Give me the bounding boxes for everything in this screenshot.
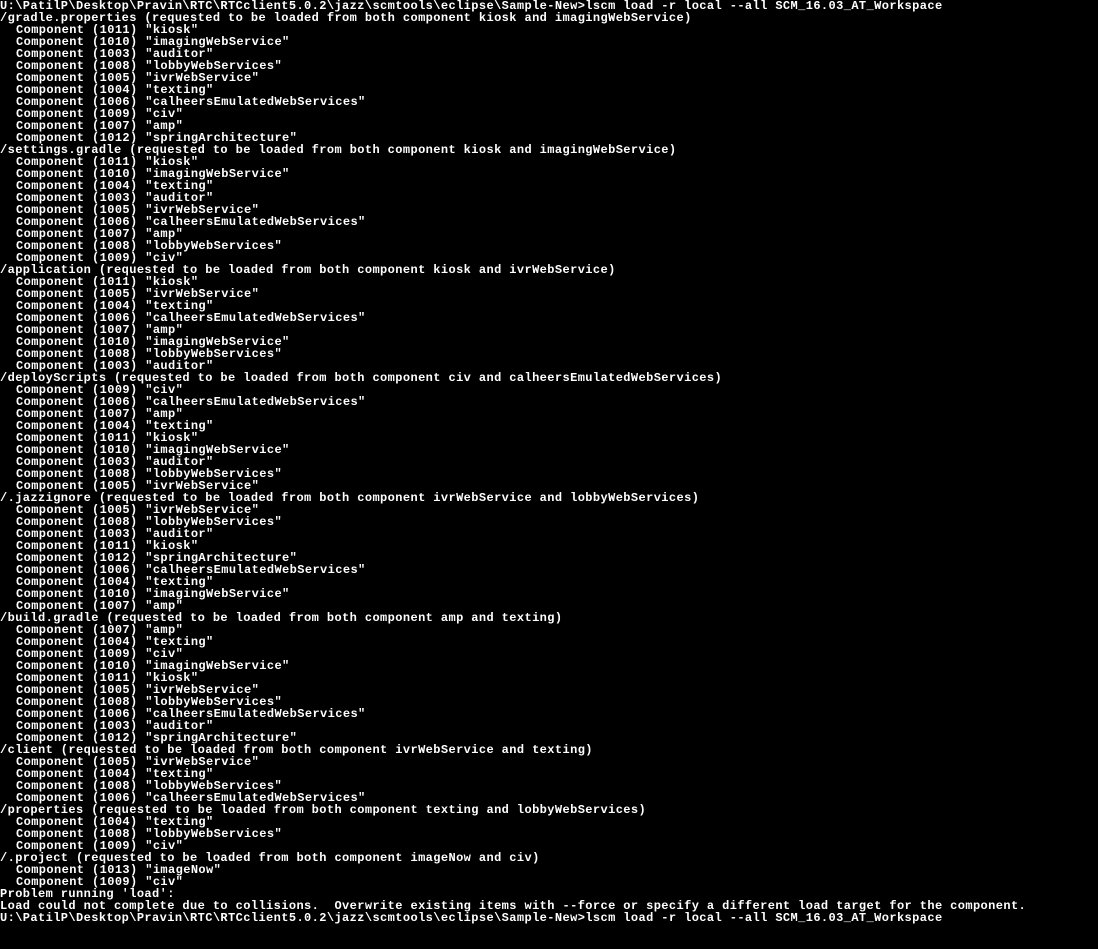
terminal-output: U:\PatilP\Desktop\Pravin\RTC\RTCclient5.… [0,0,1098,924]
prompt-line[interactable]: U:\PatilP\Desktop\Pravin\RTC\RTCclient5.… [0,912,1098,924]
